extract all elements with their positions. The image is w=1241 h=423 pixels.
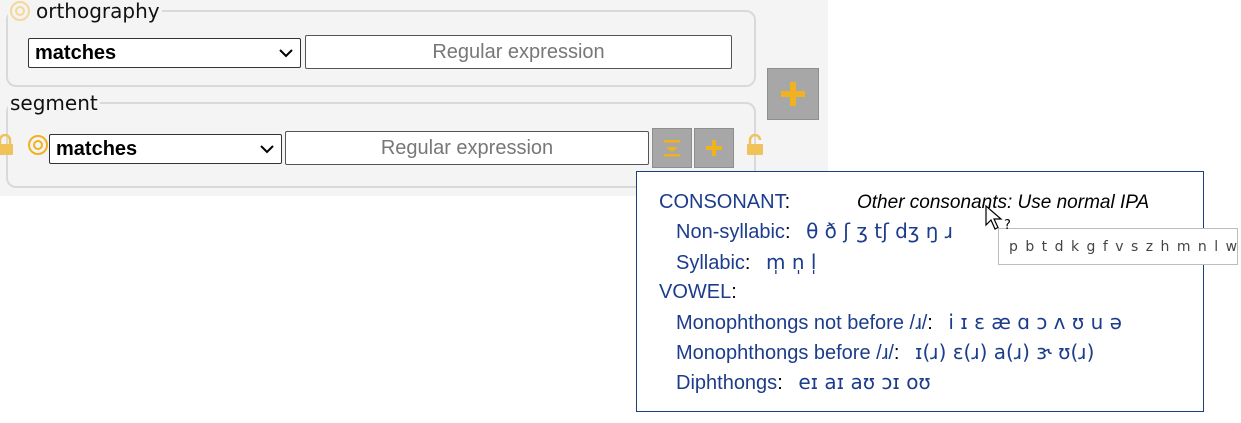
segment-legend: segment (8, 92, 100, 114)
non-syllabic-line: Non-syllabic: θ ð ʃ ʒ tʃ dʒ ŋ ɹ (676, 219, 954, 243)
other-consonants-list: p b t d k g f v s z h m n l w j (1009, 238, 1241, 255)
syllabic-symbols: m̩ n̩ l̩ (766, 250, 817, 274)
remove-segment-button[interactable] (652, 128, 692, 168)
lock-icon[interactable] (746, 134, 764, 156)
segment-regex-placeholder: Regular expression (380, 136, 554, 159)
mono-not-before-line: Monophthongs not before /ɹ/: i ɪ ɛ æ ɑ ɔ… (676, 310, 1122, 334)
add-segment-button[interactable] (694, 128, 734, 168)
non-syllabic-label: Non-syllabic (676, 221, 785, 243)
consonant-heading: CONSONANT (659, 191, 785, 213)
mono-before-line: Monophthongs before /ɹ/: ɪ(ɹ) ɛ(ɹ) a(ɹ) … (676, 340, 1095, 364)
syllabic-line: Syllabic: m̩ n̩ l̩ (676, 250, 817, 274)
segment-operator-value: matches (56, 137, 138, 160)
mono-before-label: Monophthongs before /ɹ/ (676, 342, 894, 364)
minus-icon (664, 140, 680, 157)
mono-not-before-label: Monophthongs not before /ɹ/ (676, 312, 928, 334)
segment-regex-input[interactable]: Regular expression (285, 131, 649, 165)
svg-text:?: ? (1004, 218, 1011, 233)
mono-not-before-symbols: i ɪ ɛ æ ɑ ɔ ʌ ʊ u ə (948, 310, 1122, 334)
vowel-heading: VOWEL (659, 281, 732, 303)
plus-icon (781, 82, 805, 106)
lock-icon[interactable] (0, 134, 14, 156)
orthography-regex-placeholder: Regular expression (432, 40, 605, 63)
non-syllabic-symbols: θ ð ʃ ʒ tʃ dʒ ŋ ɹ (806, 219, 954, 243)
segment-operator-select[interactable]: matches (49, 134, 282, 164)
diphthongs-symbols: eɪ aɪ aʊ ɔɪ oʊ (798, 370, 931, 394)
target-icon[interactable] (28, 135, 48, 155)
orthography-operator-select[interactable]: matches (28, 38, 301, 68)
diphthongs-label: Diphthongs (676, 372, 778, 394)
target-icon[interactable] (10, 1, 30, 21)
chevron-down-icon (279, 49, 293, 58)
orthography-operator-value: matches (35, 41, 117, 64)
other-consonants-tooltip: p b t d k g f v s z h m n l w j (998, 228, 1241, 265)
consonant-heading-line: CONSONANT: (659, 191, 791, 213)
mono-before-symbols: ɪ(ɹ) ɛ(ɹ) a(ɹ) ɝ ʊ(ɹ) (915, 340, 1095, 364)
segment-legend-label: segment (10, 91, 98, 115)
chevron-down-icon (260, 145, 274, 154)
vowel-heading-line: VOWEL: (659, 281, 737, 303)
syllabic-label: Syllabic (676, 252, 745, 274)
plus-icon (706, 140, 722, 156)
diphthongs-line: Diphthongs: eɪ aɪ aʊ ɔɪ oʊ (676, 370, 931, 394)
add-layer-button[interactable] (767, 68, 819, 120)
layer-filter-panel: orthography matches Regular expression s… (0, 0, 828, 196)
orthography-legend: orthography (8, 0, 162, 22)
orthography-regex-input[interactable]: Regular expression (305, 35, 732, 69)
orthography-legend-label: orthography (36, 0, 160, 23)
cursor-help-icon: ? (985, 205, 1011, 233)
ipa-help-popup: CONSONANT: Other consonants: Use normal … (636, 171, 1204, 412)
